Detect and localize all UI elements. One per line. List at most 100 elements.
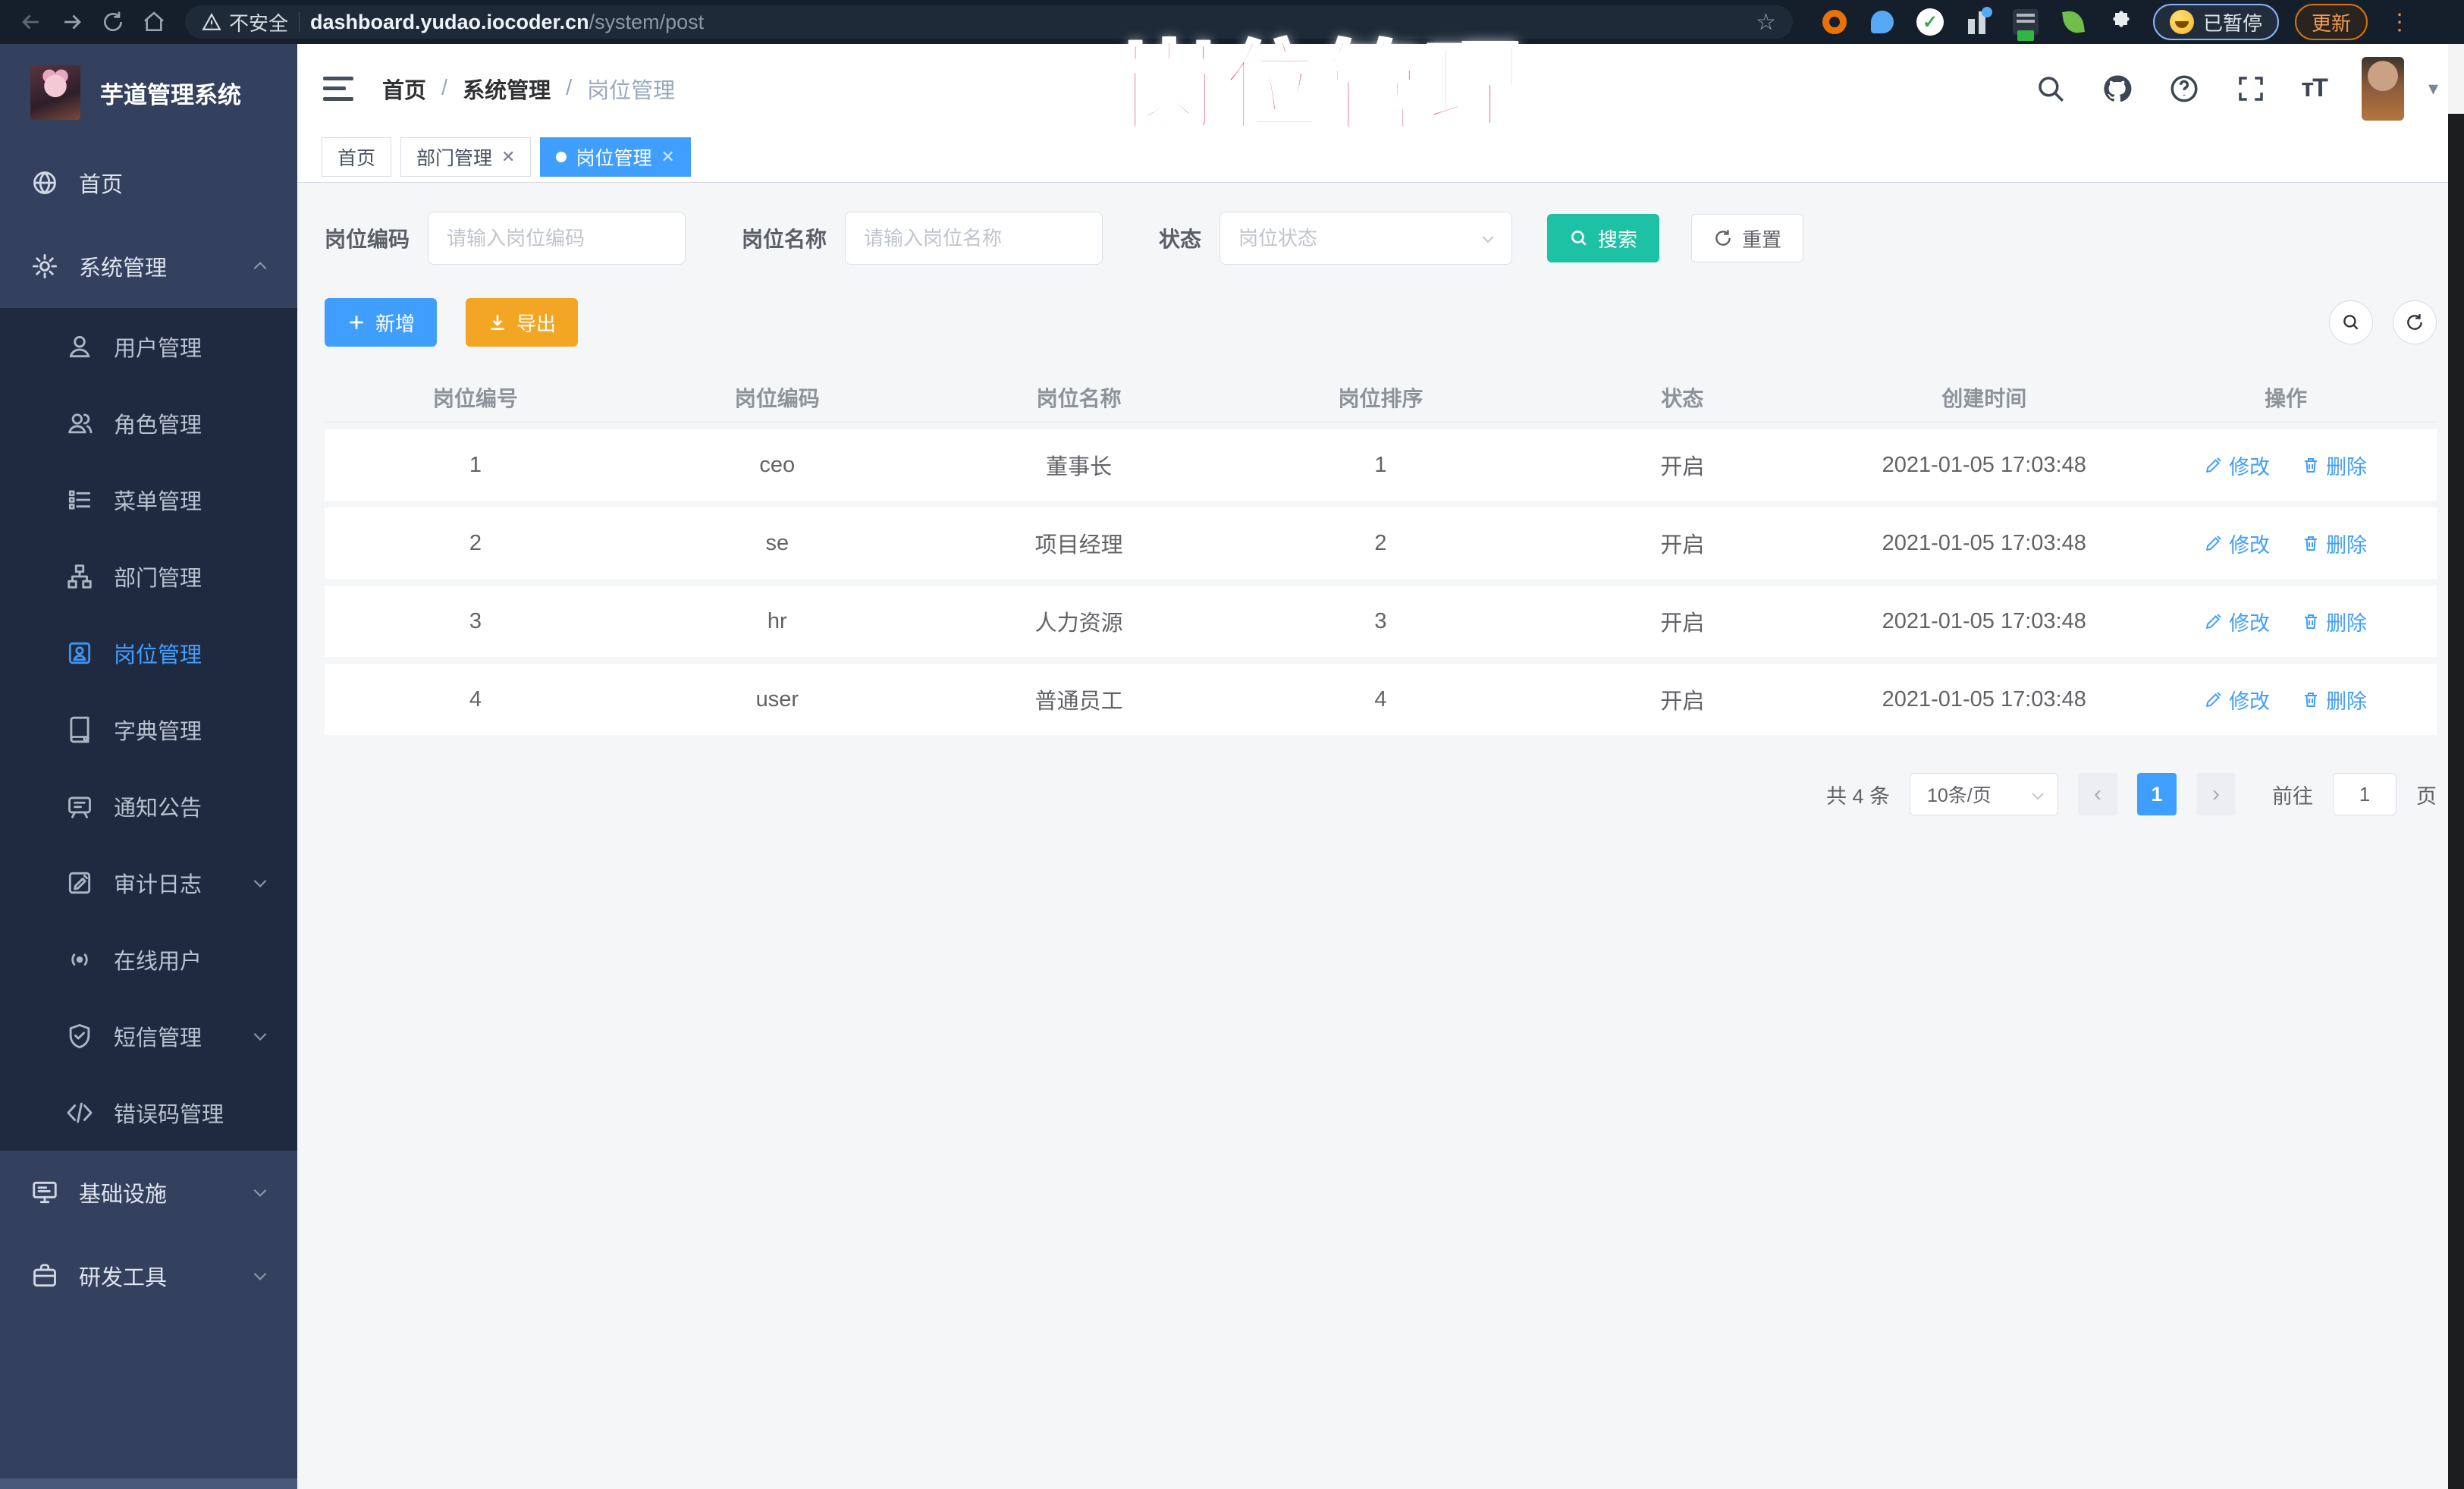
tab-close-icon[interactable]: ✕ [501,147,515,167]
browser-update-button[interactable]: 更新 [2295,4,2368,40]
sidebar-item-sms[interactable]: 短信管理 [0,997,297,1074]
status-select[interactable] [1219,212,1513,265]
help-icon[interactable] [2168,73,2200,105]
edit-link[interactable]: 修改 [2205,451,2270,480]
browser-reload-icon[interactable] [96,5,130,39]
extension-leaf-icon[interactable] [2058,6,2089,38]
edit-link[interactable]: 修改 [2205,685,2270,715]
toggle-search-circle-button[interactable] [2329,300,2373,344]
post-icon [65,639,94,668]
hamburger-icon[interactable] [323,74,356,104]
table-toolbar: 新增 导出 [325,298,2437,347]
extension-puzzle-icon[interactable] [2105,6,2137,38]
extension-orange-ring-icon[interactable] [1819,6,1850,38]
post-code-input[interactable] [428,212,686,265]
sidebar-item-infra[interactable]: 基础设施 [0,1151,297,1234]
column-header: 操作 [2265,386,2308,410]
page-scrollbar-thumb[interactable] [2448,114,2464,1489]
sidebar-item-auditlog[interactable]: 审计日志 [0,844,297,921]
refresh-circle-button[interactable] [2393,300,2437,344]
security-warning[interactable]: 不安全 [202,8,288,36]
sidebar-item-system[interactable]: 系统管理 [0,225,297,308]
trash-icon [2302,456,2320,474]
font-size-icon[interactable]: ᴛT [2302,74,2328,103]
next-page-button[interactable]: › [2196,773,2236,815]
sidebar-item-devtool[interactable]: 研发工具 [0,1234,297,1318]
edit-pencil-icon [2205,456,2223,474]
bookmark-star-icon[interactable]: ☆ [1756,9,1776,36]
chevron-down-icon [1482,236,1494,243]
tab-首页[interactable]: 首页 [322,137,392,177]
goto-page-input[interactable] [2333,773,2397,815]
delete-link[interactable]: 删除 [2302,529,2367,558]
status-select-input[interactable] [1219,212,1513,265]
table-row: 4 user 普通员工 4 开启 2021-01-05 17:03:48 修改 删除 [325,664,2437,735]
delete-link[interactable]: 删除 [2302,451,2367,480]
post-name-input[interactable] [845,212,1103,265]
edit-pencil-icon [2205,534,2223,552]
search-button[interactable]: 搜索 [1547,214,1660,262]
sidebar-item-label: 菜单管理 [114,489,202,514]
table-cell: 2 [1374,530,1387,555]
export-button[interactable]: 导出 [466,298,579,347]
sidebar-item-notice[interactable]: 通知公告 [0,768,297,844]
dept-tree-icon [65,562,94,591]
extension-blue-drop-icon[interactable] [1866,6,1898,38]
edit-link[interactable]: 修改 [2205,529,2270,558]
sidebar-item-label: 在线用户 [114,949,202,974]
extension-bars-badge-icon[interactable] [1962,6,1994,38]
browser-home-icon[interactable] [137,5,171,39]
sidebar-item-menu[interactable]: 菜单管理 [0,461,297,538]
tab-部门管理[interactable]: 部门管理 ✕ [400,137,532,177]
add-button[interactable]: 新增 [325,298,438,347]
sidebar-item-dept[interactable]: 部门管理 [0,538,297,614]
sidebar-item-label: 用户管理 [114,336,202,361]
search-icon[interactable] [2035,73,2067,105]
edit-label: 修改 [2229,690,2271,713]
reset-button[interactable]: 重置 [1691,214,1804,262]
chevron-down-icon [250,1026,270,1046]
breadcrumb-home[interactable]: 首页 [382,73,426,105]
search-icon [2343,315,2359,330]
sidebar-item-errcode[interactable]: 错误码管理 [0,1074,297,1151]
delete-link[interactable]: 删除 [2302,607,2367,636]
github-icon[interactable] [2101,73,2133,105]
avatar-caret-icon[interactable]: ▾ [2428,77,2438,100]
page-size-select[interactable]: 10条/页 [1910,773,2058,815]
current-page[interactable]: 1 [2137,773,2177,815]
sidebar-item-label: 短信管理 [114,1026,202,1051]
sidebar-scrollbar[interactable] [0,1478,297,1489]
page-scrollbar-track[interactable] [2448,44,2464,114]
browser-forward-icon[interactable] [55,5,89,39]
edit-link[interactable]: 修改 [2205,607,2270,636]
prev-page-button[interactable]: ‹ [2078,773,2117,815]
sidebar-item-post[interactable]: 岗位管理 [0,614,297,691]
sidebar-item-online[interactable]: 在线用户 [0,921,297,997]
tab-close-icon[interactable]: ✕ [661,147,674,167]
sidebar-item-label: 系统管理 [79,256,168,281]
trash-icon [2302,534,2320,552]
chrome-menu-icon[interactable]: ⋮ [2388,9,2411,36]
table-cell: 董事长 [1046,455,1113,479]
fullscreen-icon[interactable] [2235,73,2267,105]
profile-paused-chip[interactable]: 已暂停 [2153,4,2280,40]
sidebar-item-role[interactable]: 角色管理 [0,385,297,461]
extension-tag-manager-icon[interactable] [2010,6,2042,41]
breadcrumb-system[interactable]: 系统管理 [463,73,551,105]
sidebar-item-user[interactable]: 用户管理 [0,308,297,385]
app-logo[interactable]: 芋道管理系统 [0,44,297,141]
edit-label: 修改 [2229,611,2271,635]
sidebar-item-dict[interactable]: 字典管理 [0,691,297,768]
browser-back-icon[interactable] [14,5,49,39]
table-row: 3 hr 人力资源 3 开启 2021-01-05 17:03:48 修改 删除 [325,586,2437,657]
user-avatar[interactable] [2361,56,2404,121]
search-icon [1571,231,1587,246]
edit-label: 修改 [2229,533,2271,557]
tab-岗位管理[interactable]: 岗位管理 ✕ [540,137,691,177]
tab-label: 岗位管理 [576,148,652,169]
extension-green-check-icon[interactable]: ✓ [1914,6,1946,38]
delete-link[interactable]: 删除 [2302,685,2367,715]
table-cell: 3 [1374,608,1387,633]
sidebar-item-home[interactable]: 首页 [0,141,297,225]
address-bar[interactable]: 不安全 dashboard.yudao.iocoder.cn/system/po… [185,5,1793,39]
